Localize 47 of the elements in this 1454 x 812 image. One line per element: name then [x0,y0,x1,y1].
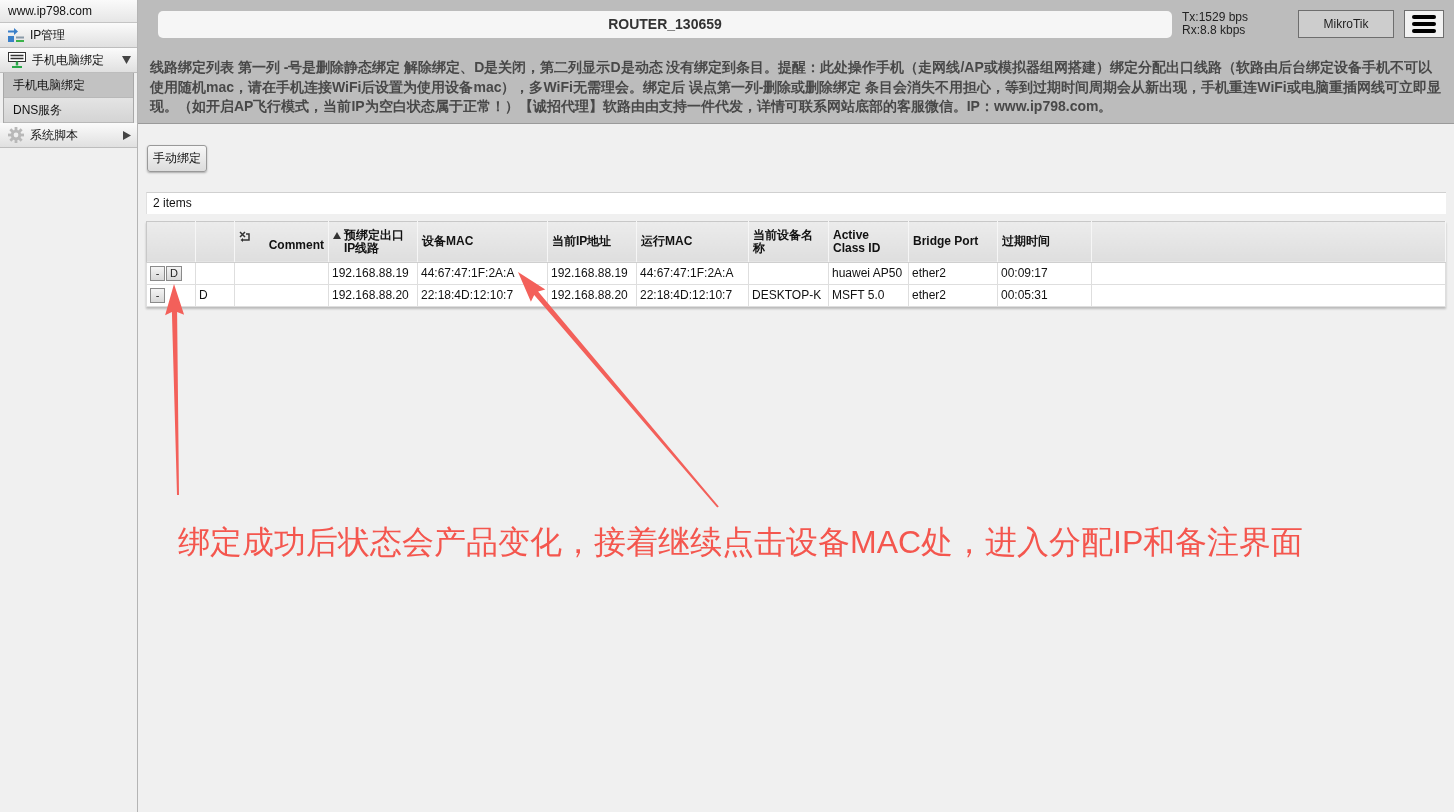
traffic-text: Rx:8.8 kbps [1182,24,1246,37]
table-cell: 00:05:31 [997,284,1092,306]
column-header[interactable]: Active Class ID [828,221,909,262]
table-cell: 192.168.88.19 [328,262,418,284]
column-header[interactable]: 当前IP地址 [547,221,637,262]
toolbar-button[interactable]: 手动绑定 [147,144,207,172]
table-cell: 192.168.88.20 [328,284,418,306]
table-cell: D [195,284,235,306]
row-button[interactable]: - [150,265,165,281]
table-cell: ether2 [908,262,998,284]
column-header[interactable]: 过期时间 [997,221,1092,262]
monitor-icon [8,52,26,68]
column-header[interactable]: 运行MAC [636,221,749,262]
table-cell: MSFT 5.0 [828,284,909,306]
menu-button[interactable] [1404,10,1444,38]
table-cell: 22:18:4D:12:10:7 [636,284,749,306]
table-cell: 00:09:17 [997,262,1092,284]
table-cell: 44:67:47:1F:2A:A [636,262,749,284]
menu-icon [1412,15,1436,33]
annotation-text: 绑定成功后状态会产品变化，接着继续点击设备MAC处，进入分配IP和备注界面 [178,522,1304,561]
column-header[interactable] [195,221,235,262]
column-header[interactable]: Comment [234,221,329,262]
column-header[interactable] [146,221,196,262]
router-title: ROUTER_130659 [158,10,1172,38]
arrows-icon [239,231,251,243]
row-button[interactable]: D [166,265,182,281]
column-header[interactable]: 当前设备名称 [748,221,829,262]
sidebar-item[interactable]: 手机电脑绑定 [0,48,137,73]
brand-button[interactable]: MikroTik [1298,10,1394,38]
sidebar-subitem[interactable]: DNS服务 [4,98,133,123]
column-header[interactable]: Bridge Port [908,221,998,262]
table-cell: 192.168.88.19 [547,262,637,284]
row-button[interactable]: - [150,287,165,303]
table-cell: DESKTOP-K [748,284,829,306]
gear-icon [8,127,24,143]
table-cell: huawei AP50 [828,262,909,284]
sidebar-item[interactable]: IP管理 [0,23,137,48]
arrow-bars-icon [8,28,24,42]
notice-text: 线路绑定列表 第一列 -号是删除静态绑定 解除绑定、D是关闭，第二列显示D是动态 没有绑定到条目。提醒：此处操作手机（走网线/AP或模拟器组网搭建）绑定分配出口线路（软路由后台绑定设备手机不可以使用随机mac，请在手机连接WiFi后设置为使用设备mac），多WiFi无需理会。绑定后 误点第一列-删除或删除绑定 条目会消失不用担心，等到过期时间周期会从新出现，手机重连WiFi或电脑重插网线可立即显现。（如开启AP飞行模式，当前IP为空白状态属于正常！）【诚招代理】软路由由支持一件代发，详情可联系网站底部的客服微信。IP：www.ip798.com。 [150,58,1442,116]
item-count: 2 items [146,191,1446,214]
site-link[interactable]: www.ip798.com [0,0,137,23]
table-cell: ether2 [908,284,998,306]
column-header[interactable]: 预绑定出口IP线路 [328,221,418,262]
traffic-text: Tx:1529 bps [1182,11,1250,24]
column-header[interactable]: 设备MAC [417,221,548,262]
sidebar-subitem[interactable]: 手机电脑绑定 [4,73,133,98]
sidebar-item[interactable]: 系统脚本 [0,123,137,148]
